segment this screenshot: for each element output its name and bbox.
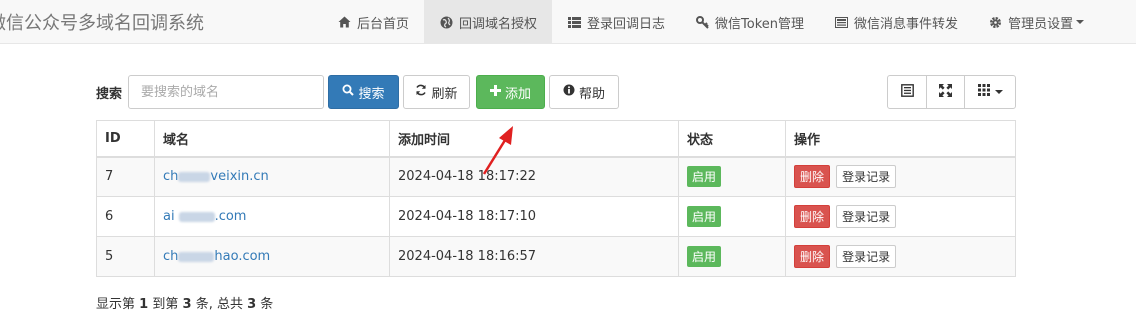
search-label: 搜索 — [96, 87, 123, 102]
list-icon — [567, 16, 581, 28]
info-icon — [563, 84, 575, 100]
newspaper-icon — [834, 16, 848, 28]
nav-label: 微信Token管理 — [715, 16, 805, 32]
nav-item-admin-settings[interactable]: 管理员设置 — [973, 0, 1099, 44]
cell-time: 2024-04-18 18:17:10 — [389, 196, 679, 237]
cell-domain: ai .com — [154, 196, 390, 237]
pagination-text: 条 — [260, 297, 274, 312]
nav-label: 管理员设置 — [1008, 16, 1074, 32]
column-header-id[interactable]: ID — [96, 120, 155, 158]
main-nav: 后台首页 回调域名授权 登录回调日志 微信Token管理 微信消息事件转发 管理… — [322, 0, 1099, 44]
delete-button[interactable]: 删除 — [794, 245, 831, 268]
cell-status: 启用 — [678, 196, 786, 237]
add-button-label: 添加 — [504, 86, 531, 102]
nav-item-token[interactable]: 微信Token管理 — [680, 0, 819, 44]
nav-item-login-log[interactable]: 登录回调日志 — [552, 0, 680, 44]
table-header-row: ID 域名 添加时间 状态 操作 — [96, 120, 1016, 158]
toggle-view-button[interactable] — [887, 75, 927, 109]
redacted-blur — [178, 211, 215, 222]
grid-icon — [977, 84, 990, 100]
toolbar: 搜索 搜索 刷新 添加 帮助 — [96, 75, 1016, 109]
gear-icon — [988, 16, 1002, 29]
app-brand[interactable]: 微信公众号多域名回调系统 — [0, 9, 204, 35]
list-alt-icon — [900, 83, 914, 101]
domain-link[interactable]: ai .com — [163, 209, 246, 224]
cell-actions: 删除 登录记录 — [785, 196, 1016, 237]
status-badge[interactable]: 启用 — [687, 246, 722, 267]
cell-id: 5 — [96, 236, 155, 277]
nav-item-domain-auth[interactable]: 回调域名授权 — [424, 0, 553, 44]
refresh-icon — [415, 84, 427, 100]
fullscreen-icon — [939, 83, 952, 101]
nav-label: 回调域名授权 — [459, 16, 538, 32]
table-row: 7 ch veixin.cn 2024-04-18 18:17:22 启用 删除 … — [96, 156, 1016, 197]
help-button[interactable]: 帮助 — [549, 75, 619, 109]
table-row: 5 ch hao.com 2024-04-18 18:16:57 启用 删除 登录… — [96, 236, 1016, 277]
nav-label: 登录回调日志 — [587, 16, 666, 32]
chevron-down-icon — [1076, 20, 1085, 24]
cell-status: 启用 — [678, 156, 786, 197]
cell-domain: ch hao.com — [154, 236, 390, 277]
status-badge[interactable]: 启用 — [687, 166, 722, 188]
home-icon — [337, 16, 351, 28]
cell-status: 启用 — [678, 236, 786, 277]
domain-suffix: hao.com — [214, 249, 271, 264]
delete-button[interactable]: 删除 — [794, 205, 831, 228]
pagination-text: 条, 总共 — [195, 297, 243, 312]
domain-link[interactable]: ch veixin.cn — [163, 169, 269, 184]
domain-prefix: ch — [163, 249, 179, 264]
login-log-button[interactable]: 登录记录 — [836, 245, 897, 268]
cell-id: 7 — [96, 156, 155, 197]
column-header-actions: 操作 — [785, 120, 1016, 158]
pagination-text: 到第 — [152, 297, 179, 312]
login-log-button[interactable]: 登录记录 — [836, 165, 897, 189]
search-icon — [342, 84, 355, 100]
redacted-blur — [178, 251, 215, 262]
nav-item-home[interactable]: 后台首页 — [322, 0, 424, 44]
column-header-domain[interactable]: 域名 — [154, 120, 390, 158]
column-header-status[interactable]: 状态 — [678, 120, 786, 158]
columns-dropdown-button[interactable] — [964, 75, 1016, 109]
domain-prefix: ch — [163, 169, 179, 185]
add-button[interactable]: 添加 — [476, 75, 545, 109]
domain-prefix: ai — [163, 209, 175, 224]
plus-icon — [489, 84, 501, 100]
domain-suffix: veixin.cn — [210, 169, 269, 185]
nav-label: 微信消息事件转发 — [854, 16, 959, 32]
status-badge[interactable]: 启用 — [687, 206, 722, 227]
refresh-button[interactable]: 刷新 — [403, 75, 470, 109]
cell-actions: 删除 登录记录 — [785, 156, 1016, 197]
domain-table: ID 域名 添加时间 状态 操作 7 ch veixin.cn 2024-04-1… — [96, 120, 1016, 277]
top-navbar: 微信公众号多域名回调系统 后台首页 回调域名授权 登录回调日志 微信Token管… — [0, 0, 1136, 44]
search-input[interactable] — [128, 75, 324, 109]
cell-domain: ch veixin.cn — [154, 156, 390, 197]
pagination-to: 3 — [182, 297, 192, 312]
key-icon — [695, 15, 709, 29]
fullscreen-button[interactable] — [926, 75, 965, 109]
nav-label: 后台首页 — [357, 16, 410, 32]
redacted-blur — [178, 171, 211, 182]
domain-suffix: .com — [214, 209, 247, 224]
login-log-button[interactable]: 登录记录 — [836, 205, 897, 228]
table-view-tools — [887, 75, 1016, 109]
cell-time: 2024-04-18 18:17:22 — [389, 156, 679, 197]
cell-time: 2024-04-18 18:16:57 — [389, 236, 679, 277]
search-button-label: 搜索 — [358, 86, 385, 102]
globe-icon — [439, 16, 453, 29]
chevron-down-icon — [994, 90, 1003, 94]
nav-item-msg-forward[interactable]: 微信消息事件转发 — [819, 0, 973, 44]
pagination-info: 显示第 1 到第 3 条, 总共 3 条 — [96, 293, 273, 312]
pagination-text: 显示第 — [96, 297, 136, 312]
pagination-from: 1 — [139, 297, 149, 312]
search-button[interactable]: 搜索 — [328, 75, 399, 109]
table-row: 6 ai .com 2024-04-18 18:17:10 启用 删除 登录记录 — [96, 196, 1016, 237]
refresh-button-label: 刷新 — [431, 86, 458, 102]
domain-link[interactable]: ch hao.com — [163, 249, 270, 264]
help-button-label: 帮助 — [578, 86, 605, 102]
column-header-time[interactable]: 添加时间 — [389, 120, 679, 158]
pagination-total: 3 — [247, 297, 257, 312]
delete-button[interactable]: 删除 — [794, 165, 831, 189]
cell-actions: 删除 登录记录 — [785, 236, 1016, 277]
cell-id: 6 — [96, 196, 155, 237]
